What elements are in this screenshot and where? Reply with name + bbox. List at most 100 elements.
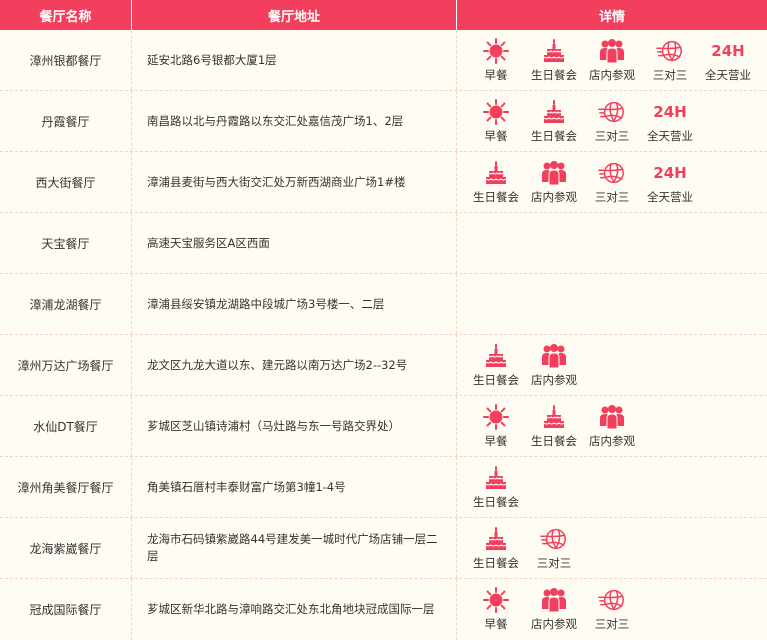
service-label: 全天营业 [647, 189, 693, 204]
service-label: 早餐 [484, 67, 508, 82]
restaurant-services: 生日餐会 三对三 [457, 518, 767, 578]
table-row: 漳州银都餐厅 延安北路6号银都大厦1层 早餐 生日餐会 店内参观 三对三 24H 全天营业 [0, 30, 767, 91]
service-label: 早餐 [484, 433, 508, 448]
service-label: 三对三 [594, 128, 630, 143]
service-label: 生日餐会 [531, 433, 577, 448]
service-label: 店内参观 [531, 189, 577, 204]
cake-icon [482, 465, 510, 491]
cake-icon [482, 343, 510, 369]
service-birthday: 生日餐会 [467, 526, 525, 571]
cake-icon [540, 404, 568, 430]
service-label: 全天营业 [705, 67, 751, 82]
restaurant-table: 餐厅名称 餐厅地址 详情 漳州银都餐厅 延安北路6号银都大厦1层 早餐 生日餐会 店内参… [0, 0, 767, 640]
service-basketball: 三对三 [583, 587, 641, 632]
table-body: 漳州银都餐厅 延安北路6号银都大厦1层 早餐 生日餐会 店内参观 三对三 24H 全天营业 丹霞… [0, 30, 767, 640]
group-icon [540, 343, 568, 369]
service-visit: 店内参观 [525, 160, 583, 205]
service-basketball: 三对三 [583, 160, 641, 205]
table-row: 漳州角美餐厅餐厅 角美镇石厝村丰泰财富广场第3幢1-4号生日餐会 [0, 457, 767, 518]
restaurant-services [457, 213, 767, 273]
restaurant-name: 龙海紫崴餐厅 [0, 518, 132, 578]
basketball-icon [598, 160, 626, 186]
group-icon [598, 404, 626, 430]
table-row: 丹霞餐厅 南昌路以北与丹霞路以东交汇处嘉信茂广场1、2层早餐 生日餐会 三对三 24H 全… [0, 91, 767, 152]
restaurant-name: 丹霞餐厅 [0, 91, 132, 151]
service-birthday: 生日餐会 [525, 404, 583, 449]
table-row: 西大街餐厅 漳浦县麦街与西大街交汇处万新西湖商业广场1#楼 生日餐会 店内参观 三对三 2… [0, 152, 767, 213]
service-basketball: 三对三 [525, 526, 583, 571]
service-label: 生日餐会 [473, 494, 519, 509]
restaurant-address: 漳浦县绥安镇龙湖路中段城广场3号楼一、二层 [132, 274, 457, 334]
sun-icon [482, 403, 510, 430]
service-visit: 店内参观 [525, 587, 583, 632]
restaurant-name: 天宝餐厅 [0, 213, 132, 273]
restaurant-services: 早餐 店内参观 三对三 [457, 579, 767, 640]
service-allday: 24H 全天营业 [699, 38, 757, 83]
restaurant-services: 生日餐会 店内参观 三对三 24H 全天营业 [457, 152, 767, 212]
table-row: 冠成国际餐厅 芗城区新华北路与漳响路交汇处东北角地块冠成国际一层早餐 店内参观 三对三 [0, 579, 767, 640]
cake-icon [482, 526, 510, 552]
restaurant-address: 角美镇石厝村丰泰财富广场第3幢1-4号 [132, 457, 457, 517]
24h-icon: 24H [653, 99, 686, 125]
service-breakfast: 早餐 [467, 587, 525, 632]
service-basketball: 三对三 [641, 38, 699, 83]
restaurant-services: 早餐 生日餐会 店内参观 [457, 396, 767, 456]
basketball-icon [540, 526, 568, 552]
header-address: 餐厅地址 [132, 0, 457, 30]
service-allday: 24H 全天营业 [641, 160, 699, 205]
restaurant-name: 漳州角美餐厅餐厅 [0, 457, 132, 517]
restaurant-address: 漳浦县麦街与西大街交汇处万新西湖商业广场1#楼 [132, 152, 457, 212]
service-birthday: 生日餐会 [467, 465, 525, 510]
service-label: 早餐 [484, 617, 508, 631]
service-label: 三对三 [536, 555, 572, 570]
restaurant-services: 早餐 生日餐会 三对三 24H 全天营业 [457, 91, 767, 151]
restaurant-address: 延安北路6号银都大厦1层 [132, 30, 457, 90]
restaurant-address: 南昌路以北与丹霞路以东交汇处嘉信茂广场1、2层 [132, 91, 457, 151]
sun-icon [482, 37, 510, 64]
service-visit: 店内参观 [525, 343, 583, 388]
service-label: 生日餐会 [473, 372, 519, 387]
service-label: 三对三 [594, 617, 630, 631]
sun-icon [482, 587, 510, 613]
restaurant-name: 漳浦龙湖餐厅 [0, 274, 132, 334]
service-label: 三对三 [594, 189, 630, 204]
service-birthday: 生日餐会 [467, 343, 525, 388]
24h-icon: 24H [653, 160, 686, 186]
table-row: 漳州万达广场餐厅 龙文区九龙大道以东、建元路以南万达广场2--32号 生日餐会 店内参… [0, 335, 767, 396]
restaurant-name: 水仙DT餐厅 [0, 396, 132, 456]
service-label: 店内参观 [531, 372, 577, 387]
service-label: 店内参观 [589, 433, 635, 448]
service-breakfast: 早餐 [467, 403, 525, 449]
service-visit: 店内参观 [583, 404, 641, 449]
service-birthday: 生日餐会 [467, 160, 525, 205]
service-birthday: 生日餐会 [525, 99, 583, 144]
restaurant-services: 生日餐会 [457, 457, 767, 517]
service-label: 生日餐会 [531, 128, 577, 143]
service-label: 生日餐会 [473, 189, 519, 204]
service-basketball: 三对三 [583, 99, 641, 144]
header-details: 详情 [598, 9, 625, 25]
table-row: 天宝餐厅 高速天宝服务区A区西面 [0, 213, 767, 274]
basketball-icon [598, 99, 626, 125]
group-icon [540, 587, 568, 613]
service-label: 早餐 [484, 128, 508, 143]
table-header: 餐厅名称 餐厅地址 详情 [0, 0, 767, 30]
restaurant-services: 早餐 生日餐会 店内参观 三对三 24H 全天营业 [457, 30, 767, 90]
restaurant-name: 漳州银都餐厅 [0, 30, 132, 90]
allday-text: 24H [711, 41, 745, 60]
service-breakfast: 早餐 [467, 37, 525, 83]
service-allday: 24H 全天营业 [641, 99, 699, 144]
service-label: 全天营业 [647, 128, 693, 143]
restaurant-name: 冠成国际餐厅 [0, 579, 132, 640]
cake-icon [540, 38, 568, 64]
restaurant-address: 芗城区新华北路与漳响路交汇处东北角地块冠成国际一层 [132, 579, 457, 640]
sun-icon [482, 98, 510, 125]
service-label: 生日餐会 [531, 67, 577, 82]
restaurant-address: 龙海市石码镇紫崴路44号建发美一城时代广场店铺一层二层 [132, 518, 457, 578]
restaurant-name: 漳州万达广场餐厅 [0, 335, 132, 395]
table-row: 龙海紫崴餐厅 龙海市石码镇紫崴路44号建发美一城时代广场店铺一层二层 生日餐会 三对三 [0, 518, 767, 579]
group-icon [598, 38, 626, 64]
restaurant-address: 高速天宝服务区A区西面 [132, 213, 457, 273]
service-birthday: 生日餐会 [525, 38, 583, 83]
service-breakfast: 早餐 [467, 98, 525, 144]
